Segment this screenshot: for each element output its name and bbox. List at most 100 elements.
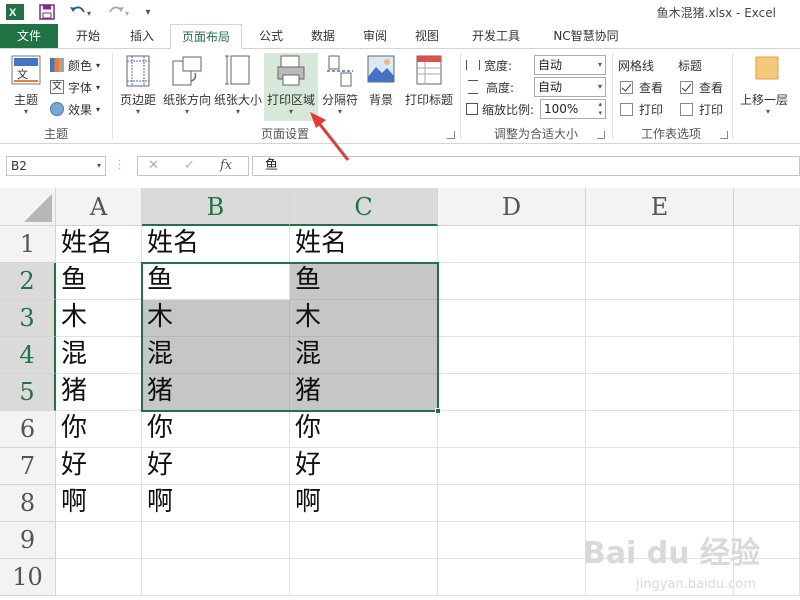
cell-d2[interactable]	[438, 263, 586, 300]
cell-a5[interactable]: 猪	[56, 374, 142, 411]
column-header-e[interactable]: E	[586, 188, 734, 226]
tab-view[interactable]: 视图	[404, 24, 450, 48]
redo-icon[interactable]: ▾	[104, 2, 134, 22]
column-header-c[interactable]: C	[290, 188, 438, 226]
save-icon[interactable]	[36, 2, 58, 22]
cell-c8[interactable]: 啊	[290, 485, 438, 522]
cell-b5[interactable]: 猪	[142, 374, 290, 411]
gridlines-view-checkbox[interactable]: 查看	[620, 77, 663, 97]
cell-e2[interactable]	[586, 263, 734, 300]
row-header-4[interactable]: 4	[0, 337, 56, 374]
cell-a2[interactable]: 鱼	[56, 263, 142, 300]
print-titles-button[interactable]: 打印标题	[402, 53, 456, 121]
scale-launcher-icon[interactable]	[597, 131, 605, 139]
row-header-7[interactable]: 7	[0, 448, 56, 485]
tab-developer[interactable]: 开发工具	[460, 24, 532, 48]
cell-e6[interactable]	[586, 411, 734, 448]
undo-icon[interactable]: ▾	[66, 2, 96, 22]
width-select[interactable]: 自动 ▾	[534, 55, 606, 75]
drag-handle-icon[interactable]: · · ·	[118, 157, 122, 175]
cell-c3[interactable]: 木	[290, 300, 438, 337]
cell-c4[interactable]: 混	[290, 337, 438, 374]
row-header-2[interactable]: 2	[0, 263, 56, 300]
theme-fonts-button[interactable]: 文 字体 ▾	[50, 77, 100, 97]
cell-e8[interactable]	[586, 485, 734, 522]
cell-e4[interactable]	[586, 337, 734, 374]
tab-nc[interactable]: NC智慧协同	[540, 24, 632, 48]
headings-print-checkbox[interactable]: 打印	[680, 99, 723, 119]
cell-f1[interactable]	[734, 226, 800, 263]
cell-b6[interactable]: 你	[142, 411, 290, 448]
cell-d8[interactable]	[438, 485, 586, 522]
cell-b4[interactable]: 混	[142, 337, 290, 374]
cell-a4[interactable]: 混	[56, 337, 142, 374]
tab-file[interactable]: 文件	[0, 24, 58, 48]
cell-f7[interactable]	[734, 448, 800, 485]
row-header-6[interactable]: 6	[0, 411, 56, 448]
row-header-3[interactable]: 3	[0, 300, 56, 337]
column-header-d[interactable]: D	[438, 188, 586, 226]
cell-f6[interactable]	[734, 411, 800, 448]
cell-c2[interactable]: 鱼	[290, 263, 438, 300]
cell-c6[interactable]: 你	[290, 411, 438, 448]
cell-d3[interactable]	[438, 300, 586, 337]
cell-d5[interactable]	[438, 374, 586, 411]
cell-a9[interactable]	[56, 522, 142, 559]
gridlines-print-checkbox[interactable]: 打印	[620, 99, 663, 119]
column-header-a[interactable]: A	[56, 188, 142, 226]
tab-review[interactable]: 审阅	[352, 24, 398, 48]
background-button[interactable]: 背景	[364, 53, 398, 121]
cell-c10[interactable]	[290, 559, 438, 596]
margins-button[interactable]: 页边距 ▾	[116, 53, 160, 121]
cell-c5[interactable]: 猪	[290, 374, 438, 411]
cell-e5[interactable]	[586, 374, 734, 411]
cell-f2[interactable]	[734, 263, 800, 300]
height-select[interactable]: 自动 ▾	[534, 77, 606, 97]
column-header-f[interactable]	[734, 188, 800, 226]
cell-c9[interactable]	[290, 522, 438, 559]
cell-e7[interactable]	[586, 448, 734, 485]
cell-b9[interactable]	[142, 522, 290, 559]
cell-d6[interactable]	[438, 411, 586, 448]
cell-b2[interactable]: 鱼	[142, 263, 290, 300]
cell-d7[interactable]	[438, 448, 586, 485]
cell-b8[interactable]: 啊	[142, 485, 290, 522]
cell-a10[interactable]	[56, 559, 142, 596]
cell-a1[interactable]: 姓名	[56, 226, 142, 263]
tab-home[interactable]: 开始	[64, 24, 112, 48]
cell-b1[interactable]: 姓名	[142, 226, 290, 263]
column-header-b[interactable]: B	[142, 188, 290, 226]
cell-f3[interactable]	[734, 300, 800, 337]
theme-effects-button[interactable]: 效果 ▾	[50, 99, 100, 119]
cell-d4[interactable]	[438, 337, 586, 374]
tab-page-layout[interactable]: 页面布局	[170, 24, 242, 49]
cell-c1[interactable]: 姓名	[290, 226, 438, 263]
cell-a3[interactable]: 木	[56, 300, 142, 337]
tab-insert[interactable]: 插入	[118, 24, 166, 48]
cell-b3[interactable]: 木	[142, 300, 290, 337]
cell-b10[interactable]	[142, 559, 290, 596]
row-header-8[interactable]: 8	[0, 485, 56, 522]
row-header-5[interactable]: 5	[0, 374, 56, 411]
headings-view-checkbox[interactable]: 查看	[680, 77, 723, 97]
cell-c7[interactable]: 好	[290, 448, 438, 485]
cell-d1[interactable]	[438, 226, 586, 263]
page-setup-launcher-icon[interactable]	[447, 131, 455, 139]
row-header-10[interactable]: 10	[0, 559, 56, 596]
select-all-corner[interactable]	[0, 188, 56, 226]
cell-e3[interactable]	[586, 300, 734, 337]
row-header-1[interactable]: 1	[0, 226, 56, 263]
cell-e1[interactable]	[586, 226, 734, 263]
row-header-9[interactable]: 9	[0, 522, 56, 559]
insert-function-icon[interactable]: fx	[220, 158, 232, 173]
cell-f8[interactable]	[734, 485, 800, 522]
size-button[interactable]: 纸张大小 ▾	[214, 53, 262, 121]
bring-forward-button[interactable]: 上移一层 ▾	[736, 53, 800, 121]
cancel-formula-icon[interactable]: ✕	[148, 158, 159, 173]
themes-button[interactable]: 文 主题 ▾	[6, 53, 46, 121]
tab-data[interactable]: 数据	[300, 24, 346, 48]
cell-a6[interactable]: 你	[56, 411, 142, 448]
scale-spinner[interactable]: 100% ▴ ▾	[540, 99, 606, 119]
cell-d10[interactable]	[438, 559, 586, 596]
orientation-button[interactable]: 纸张方向 ▾	[162, 53, 212, 121]
